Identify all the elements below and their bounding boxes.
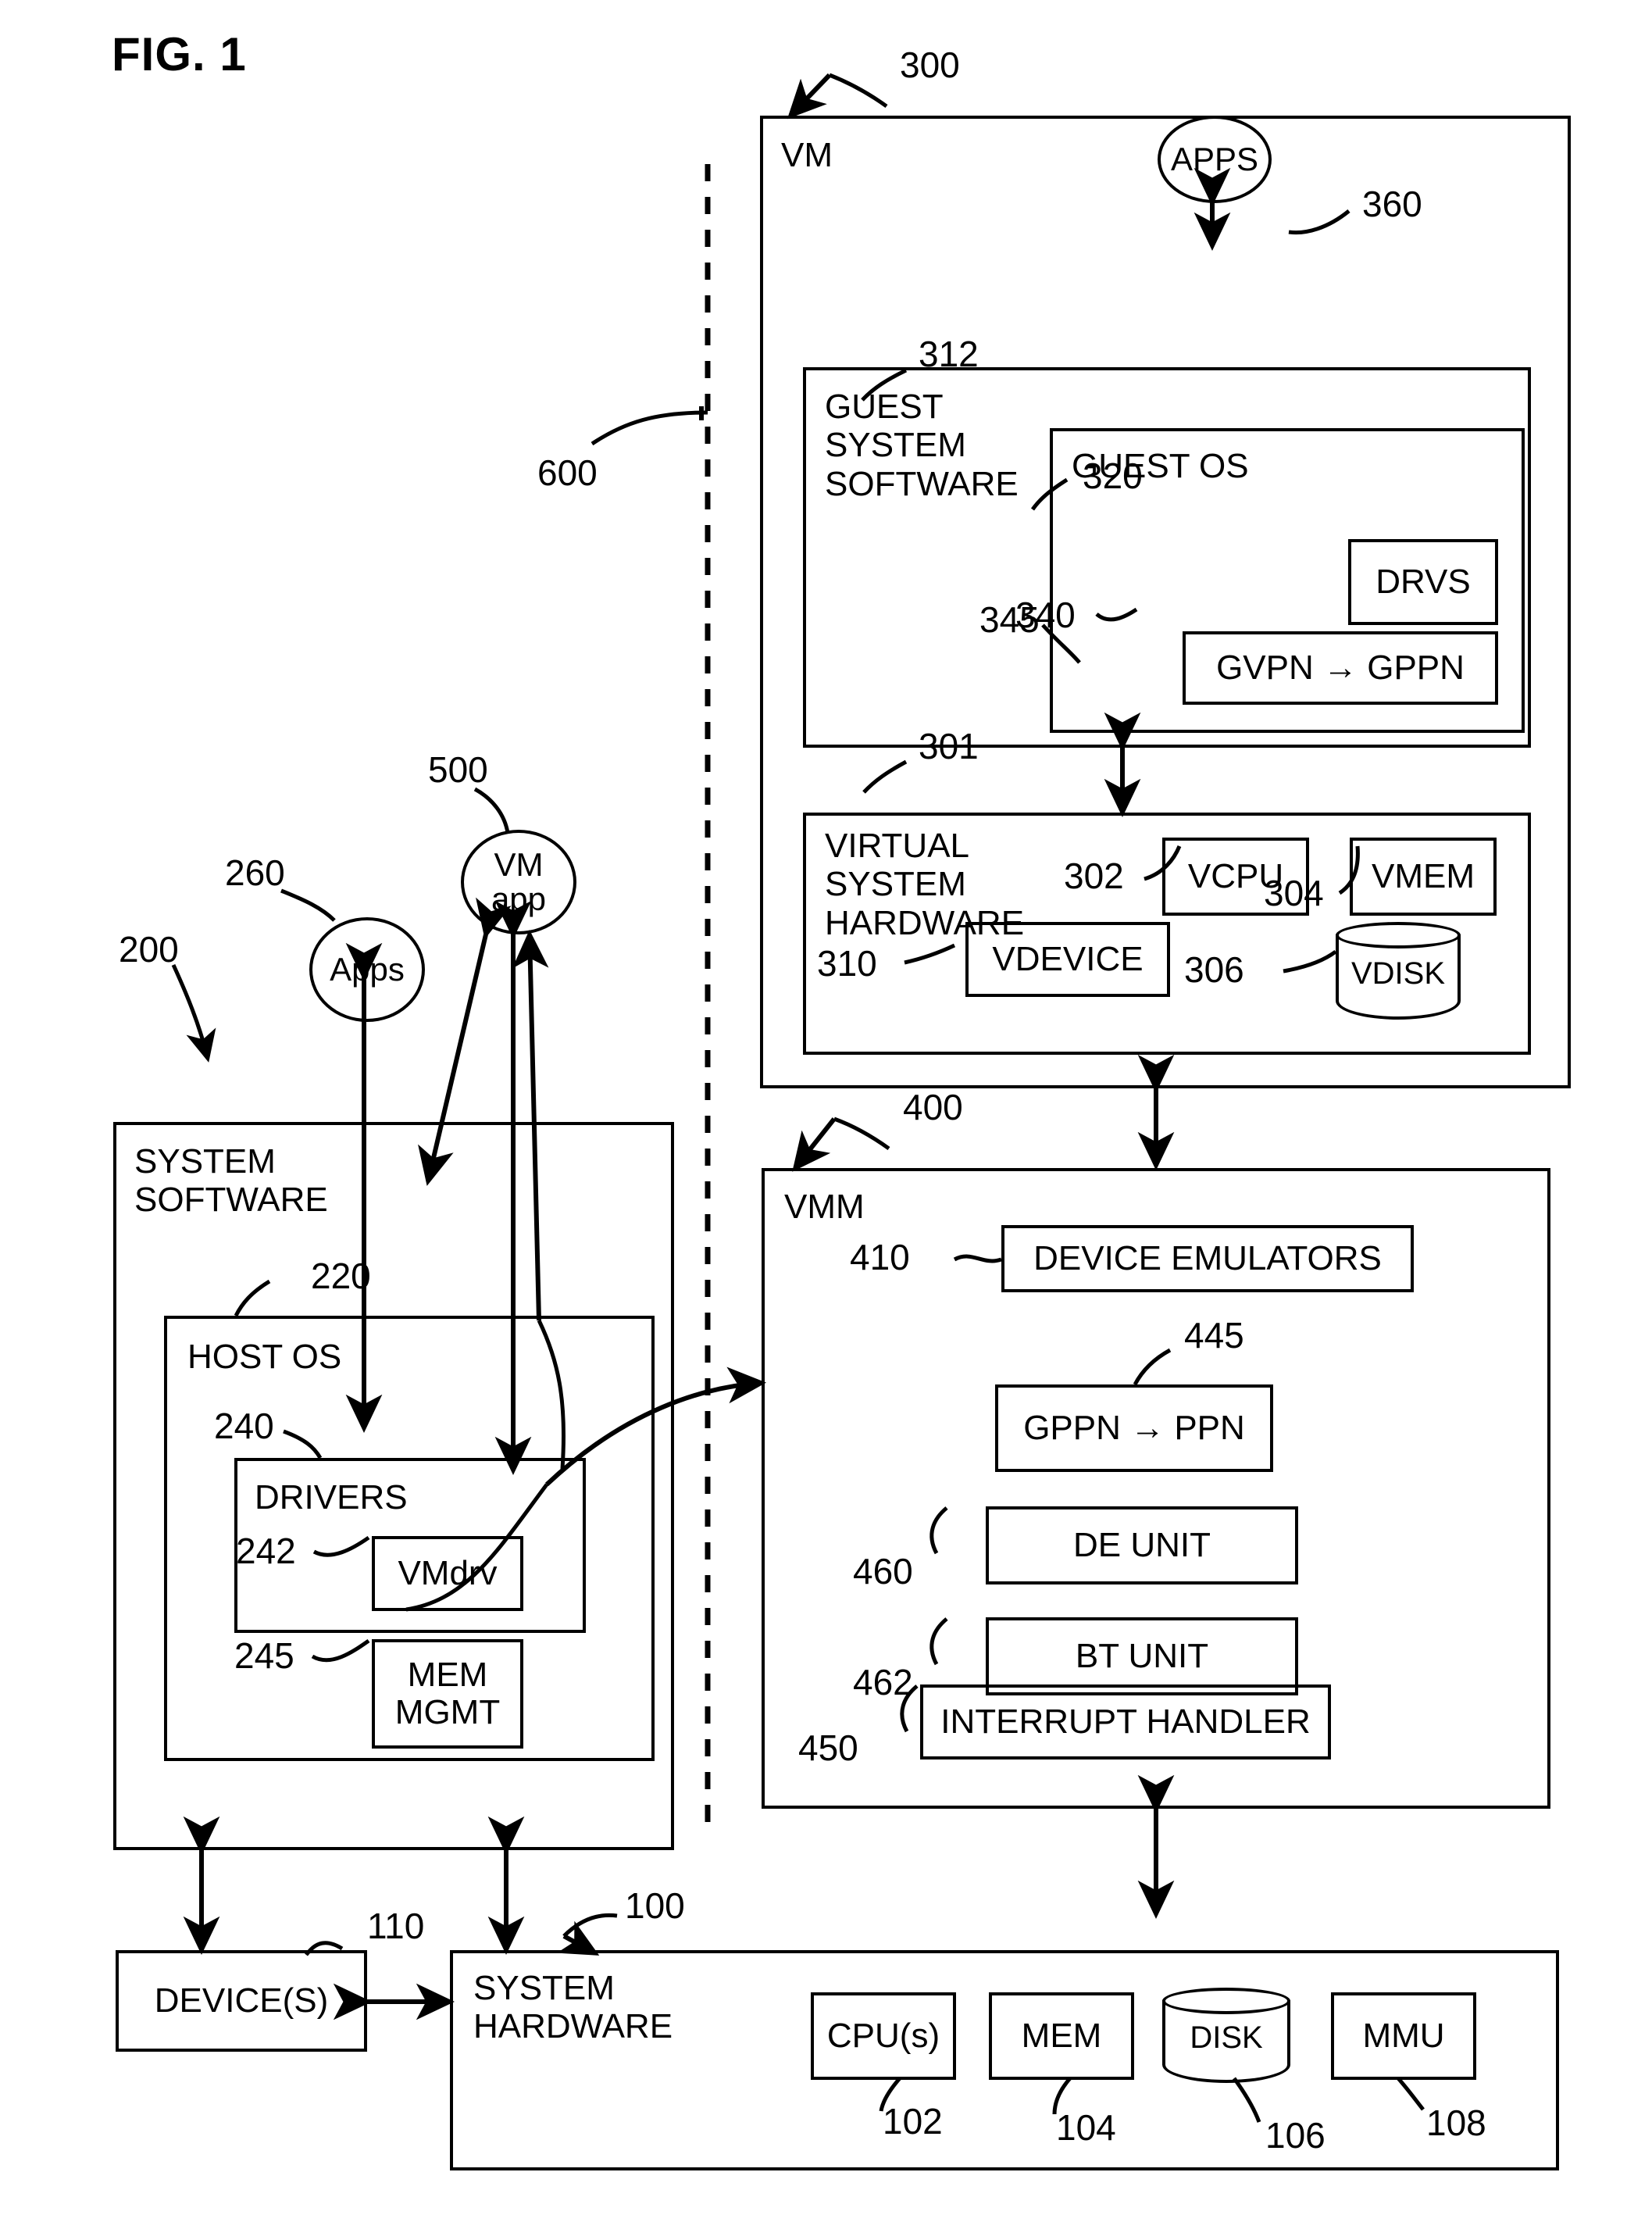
vmm-label: VMM — [784, 1188, 865, 1226]
ref-345: 345 — [979, 599, 1040, 640]
de-unit-label: DE UNIT — [1073, 1526, 1211, 1564]
apps-host-bubble: Apps — [309, 917, 425, 1022]
ref-360: 360 — [1362, 184, 1422, 224]
vdisk-label: VDISK — [1351, 956, 1446, 991]
drivers-label: DRIVERS — [255, 1478, 408, 1517]
ref-301: 301 — [919, 726, 979, 766]
vmapp-label: VM app — [491, 845, 547, 917]
gppn-ppn-box: GPPN → PPN — [995, 1384, 1273, 1472]
device-emulators-label: DEVICE EMULATORS — [1033, 1239, 1382, 1277]
ref-304: 304 — [1264, 873, 1324, 913]
ref-302: 302 — [1064, 856, 1124, 896]
gvpn-gppn-box: GVPN → GPPN — [1183, 631, 1498, 705]
vmapp-bubble: VM app — [461, 830, 576, 934]
ref-108: 108 — [1426, 2102, 1486, 2143]
cpus-box: CPU(s) — [811, 1992, 956, 2080]
vdevice-box: VDEVICE — [965, 922, 1170, 997]
devices-label: DEVICE(S) — [154, 1981, 329, 2020]
figure-title: FIG. 1 — [112, 28, 247, 80]
host-os-label: HOST OS — [187, 1338, 342, 1376]
ref-245: 245 — [234, 1635, 294, 1676]
vmdrv-box: VMdrv — [372, 1536, 523, 1611]
drvs-box: DRVS — [1348, 539, 1498, 625]
vdisk-cylinder: VDISK — [1336, 922, 1461, 1020]
disk-cylinder: DISK — [1162, 1988, 1290, 2083]
drvs-label: DRVS — [1375, 563, 1471, 601]
gvpn-gppn-label: GVPN → GPPN — [1216, 648, 1465, 687]
bt-unit-box: BT UNIT — [986, 1617, 1298, 1695]
mem-mgmt-box: MEM MGMT — [372, 1639, 523, 1749]
ref-400: 400 — [903, 1087, 963, 1127]
mmu-label: MMU — [1362, 2017, 1445, 2055]
cpus-label: CPU(s) — [826, 2017, 940, 2055]
mem-mgmt-label: MEM MGMT — [394, 1655, 501, 1731]
ref-104: 104 — [1056, 2107, 1116, 2148]
mem-label: MEM — [1021, 2017, 1102, 2055]
mem-box: MEM — [989, 1992, 1134, 2080]
ref-410: 410 — [850, 1237, 910, 1277]
ref-600: 600 — [537, 452, 598, 493]
ref-240: 240 — [214, 1406, 274, 1446]
vdevice-label: VDEVICE — [992, 940, 1144, 978]
system-hardware-label: SYSTEM HARDWARE — [473, 1969, 673, 2046]
disk-top — [1162, 1988, 1290, 2014]
ref-500: 500 — [428, 749, 488, 790]
vmdrv-label: VMdrv — [398, 1554, 498, 1592]
ref-102: 102 — [883, 2101, 943, 2142]
vmem-label: VMEM — [1372, 857, 1475, 895]
ref-110: 110 — [367, 1906, 425, 1946]
vm-label: VM — [781, 136, 833, 174]
guest-system-software-label: GUEST SYSTEM SOFTWARE — [825, 388, 1019, 503]
ref-320: 320 — [1083, 456, 1143, 496]
ref-312: 312 — [919, 334, 979, 374]
figure-canvas: FIG. 1 VM 300 APPS 360 GUEST SYSTEM SOFT… — [0, 0, 1652, 2215]
vmem-box: VMEM — [1350, 838, 1497, 916]
de-unit-box: DE UNIT — [986, 1506, 1298, 1584]
ref-100: 100 — [625, 1885, 685, 1926]
ref-200: 200 — [119, 929, 179, 970]
system-software-label: SYSTEM SOFTWARE — [134, 1142, 328, 1220]
ref-306: 306 — [1184, 949, 1244, 990]
mmu-box: MMU — [1331, 1992, 1476, 2080]
bt-unit-label: BT UNIT — [1075, 1637, 1209, 1675]
ref-462: 462 — [853, 1662, 913, 1702]
ref-310: 310 — [817, 943, 877, 984]
ref-242: 242 — [236, 1531, 296, 1571]
interrupt-handler-box: INTERRUPT HANDLER — [920, 1684, 1331, 1759]
ref-450: 450 — [798, 1727, 858, 1768]
ref-300: 300 — [900, 45, 960, 85]
devices-box: DEVICE(S) — [116, 1950, 367, 2052]
apps-bubble: APPS — [1158, 116, 1272, 203]
disk-label: DISK — [1190, 2020, 1263, 2056]
gppn-ppn-label: GPPN → PPN — [1023, 1409, 1245, 1447]
ref-260: 260 — [225, 852, 285, 893]
ref-460: 460 — [853, 1551, 913, 1592]
device-emulators-box: DEVICE EMULATORS — [1001, 1225, 1414, 1292]
interrupt-handler-label: INTERRUPT HANDLER — [940, 1702, 1311, 1741]
ref-445: 445 — [1184, 1315, 1244, 1356]
vdisk-top — [1336, 922, 1461, 949]
ref-106: 106 — [1265, 2115, 1326, 2156]
ref-220: 220 — [311, 1256, 371, 1296]
